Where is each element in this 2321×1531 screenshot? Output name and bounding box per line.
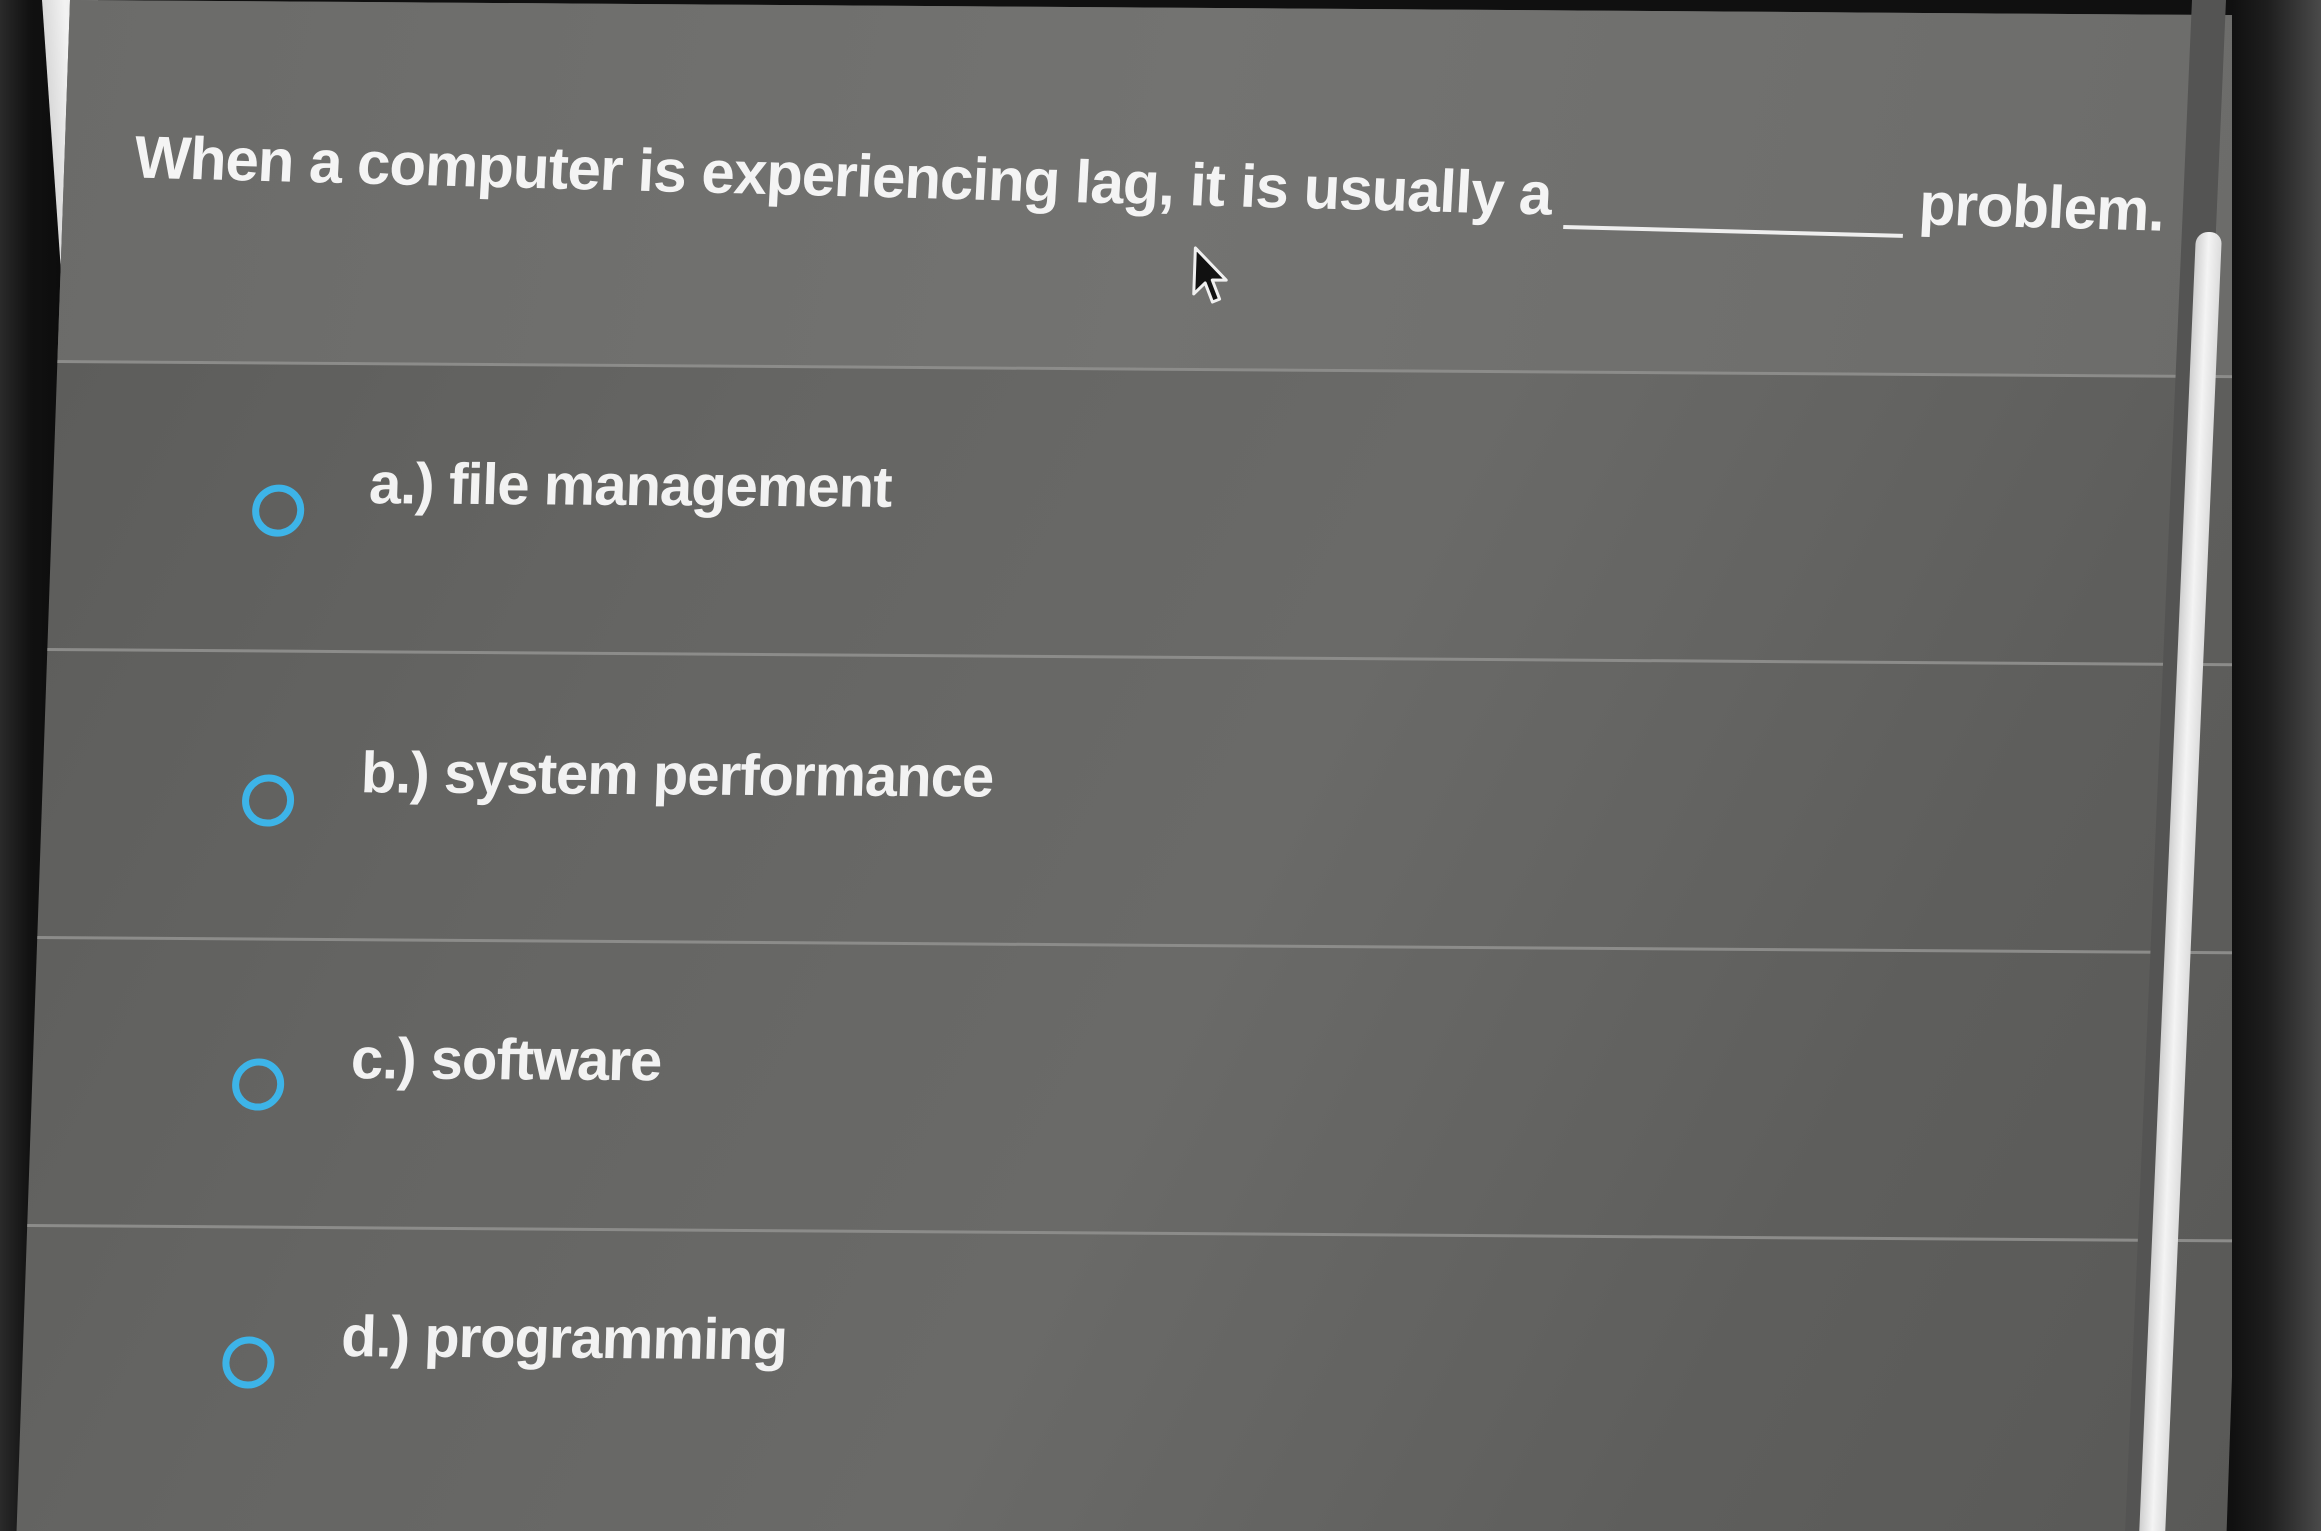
option-a-text: file management bbox=[447, 451, 893, 520]
option-d-text: programming bbox=[423, 1304, 789, 1373]
option-c-text: software bbox=[429, 1026, 663, 1094]
question-area: When a computer is experiencing lag, it … bbox=[57, 0, 2280, 376]
photo-stage: When a computer is experiencing lag, it … bbox=[0, 0, 2321, 1531]
question-text: When a computer is experiencing lag, it … bbox=[133, 122, 2166, 244]
option-c[interactable]: c.) software bbox=[27, 935, 2247, 1243]
option-b-label[interactable]: b.) system performance bbox=[360, 739, 995, 810]
option-c-letter: c.) bbox=[349, 1026, 417, 1092]
radio-button-icon[interactable] bbox=[221, 1336, 276, 1389]
option-b-letter: b.) bbox=[359, 740, 431, 806]
radio-button-icon[interactable] bbox=[251, 484, 306, 537]
monitor-right-bezel bbox=[2232, 0, 2321, 1531]
question-text-before: When a computer is experiencing lag, it … bbox=[132, 123, 1554, 228]
quiz-panel: When a computer is experiencing lag, it … bbox=[16, 0, 2280, 1531]
answer-blank bbox=[1563, 172, 1907, 238]
mouse-pointer-icon bbox=[1192, 246, 1228, 304]
option-c-label[interactable]: c.) software bbox=[350, 1025, 663, 1094]
radio-button-icon[interactable] bbox=[231, 1058, 286, 1111]
option-d[interactable]: d.) programming bbox=[17, 1223, 2237, 1531]
option-d-letter: d.) bbox=[340, 1304, 411, 1370]
option-a-label[interactable]: a.) file management bbox=[368, 450, 893, 521]
option-b-text: system performance bbox=[442, 740, 995, 810]
radio-button-icon[interactable] bbox=[241, 774, 295, 827]
option-a-letter: a.) bbox=[367, 451, 435, 517]
option-d-label[interactable]: d.) programming bbox=[340, 1303, 788, 1373]
option-b[interactable]: b.) system performance bbox=[37, 647, 2257, 955]
option-a[interactable]: a.) file management bbox=[47, 359, 2267, 667]
question-text-after: problem. bbox=[1917, 170, 2166, 244]
